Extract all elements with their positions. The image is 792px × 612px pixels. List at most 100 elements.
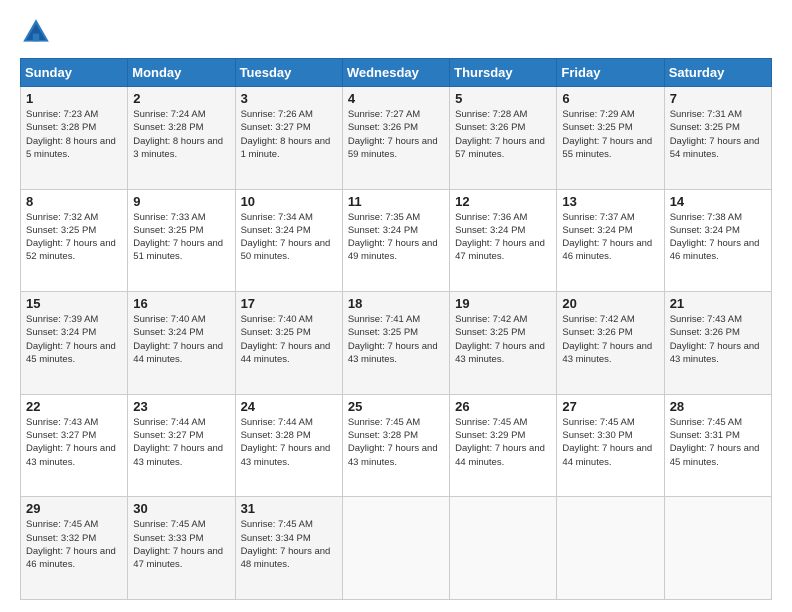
calendar-cell: 27Sunrise: 7:45 AMSunset: 3:30 PMDayligh… <box>557 394 664 497</box>
calendar-table: SundayMondayTuesdayWednesdayThursdayFrid… <box>20 58 772 600</box>
cell-info: Sunrise: 7:45 AMSunset: 3:33 PMDaylight:… <box>133 519 223 570</box>
calendar-cell: 21 Sunrise: 7:43 AMSunset: 3:26 PMDayligh… <box>664 292 771 395</box>
cell-info: Sunrise: 7:45 AMSunset: 3:28 PMDaylight:… <box>348 417 438 468</box>
day-number: 15 <box>26 296 122 311</box>
calendar-cell: 18 Sunrise: 7:41 AMSunset: 3:25 PMDayligh… <box>342 292 449 395</box>
calendar-cell: 22Sunrise: 7:43 AMSunset: 3:27 PMDayligh… <box>21 394 128 497</box>
calendar-cell: 30 Sunrise: 7:45 AMSunset: 3:33 PMDayligh… <box>128 497 235 600</box>
cell-info: Sunrise: 7:45 AMSunset: 3:29 PMDaylight:… <box>455 417 545 468</box>
calendar-cell: 25Sunrise: 7:45 AMSunset: 3:28 PMDayligh… <box>342 394 449 497</box>
calendar-week-5: 29 Sunrise: 7:45 AMSunset: 3:32 PMDayligh… <box>21 497 772 600</box>
day-number: 14 <box>670 194 766 209</box>
calendar-cell: 4 Sunrise: 7:27 AMSunset: 3:26 PMDaylight… <box>342 87 449 190</box>
calendar-week-1: 1 Sunrise: 7:23 AMSunset: 3:28 PMDaylight… <box>21 87 772 190</box>
day-number: 26 <box>455 399 551 414</box>
calendar-week-2: 8Sunrise: 7:32 AMSunset: 3:25 PMDaylight… <box>21 189 772 292</box>
cell-info: Sunrise: 7:34 AMSunset: 3:24 PMDaylight:… <box>241 212 331 263</box>
logo <box>20 16 58 48</box>
cell-info: Sunrise: 7:43 AMSunset: 3:27 PMDaylight:… <box>26 417 116 468</box>
calendar-header-row: SundayMondayTuesdayWednesdayThursdayFrid… <box>21 59 772 87</box>
cell-info: Sunrise: 7:33 AMSunset: 3:25 PMDaylight:… <box>133 212 223 263</box>
day-number: 2 <box>133 91 229 106</box>
cell-info: Sunrise: 7:44 AMSunset: 3:27 PMDaylight:… <box>133 417 223 468</box>
day-number: 12 <box>455 194 551 209</box>
cell-info: Sunrise: 7:43 AMSunset: 3:26 PMDaylight:… <box>670 314 760 365</box>
cell-info: Sunrise: 7:45 AMSunset: 3:32 PMDaylight:… <box>26 519 116 570</box>
calendar-cell <box>450 497 557 600</box>
calendar-cell: 24 Sunrise: 7:44 AMSunset: 3:28 PMDayligh… <box>235 394 342 497</box>
cell-info: Sunrise: 7:26 AMSunset: 3:27 PMDaylight:… <box>241 109 331 160</box>
day-number: 27 <box>562 399 658 414</box>
calendar-cell: 28 Sunrise: 7:45 AMSunset: 3:31 PMDayligh… <box>664 394 771 497</box>
calendar-header-friday: Friday <box>557 59 664 87</box>
cell-info: Sunrise: 7:39 AMSunset: 3:24 PMDaylight:… <box>26 314 116 365</box>
calendar-cell: 20Sunrise: 7:42 AMSunset: 3:26 PMDayligh… <box>557 292 664 395</box>
calendar-cell: 17 Sunrise: 7:40 AMSunset: 3:25 PMDayligh… <box>235 292 342 395</box>
cell-info: Sunrise: 7:36 AMSunset: 3:24 PMDaylight:… <box>455 212 545 263</box>
calendar-cell <box>342 497 449 600</box>
day-number: 9 <box>133 194 229 209</box>
calendar-header-sunday: Sunday <box>21 59 128 87</box>
cell-info: Sunrise: 7:41 AMSunset: 3:25 PMDaylight:… <box>348 314 438 365</box>
calendar-cell: 8Sunrise: 7:32 AMSunset: 3:25 PMDaylight… <box>21 189 128 292</box>
page: SundayMondayTuesdayWednesdayThursdayFrid… <box>0 0 792 612</box>
day-number: 5 <box>455 91 551 106</box>
day-number: 30 <box>133 501 229 516</box>
calendar-cell: 29 Sunrise: 7:45 AMSunset: 3:32 PMDayligh… <box>21 497 128 600</box>
day-number: 16 <box>133 296 229 311</box>
day-number: 31 <box>241 501 337 516</box>
cell-info: Sunrise: 7:37 AMSunset: 3:24 PMDaylight:… <box>562 212 652 263</box>
day-number: 3 <box>241 91 337 106</box>
day-number: 21 <box>670 296 766 311</box>
day-number: 17 <box>241 296 337 311</box>
calendar-cell: 9 Sunrise: 7:33 AMSunset: 3:25 PMDaylight… <box>128 189 235 292</box>
cell-info: Sunrise: 7:29 AMSunset: 3:25 PMDaylight:… <box>562 109 652 160</box>
calendar-cell: 11Sunrise: 7:35 AMSunset: 3:24 PMDayligh… <box>342 189 449 292</box>
calendar-cell <box>664 497 771 600</box>
calendar-cell: 23Sunrise: 7:44 AMSunset: 3:27 PMDayligh… <box>128 394 235 497</box>
calendar-cell <box>557 497 664 600</box>
cell-info: Sunrise: 7:32 AMSunset: 3:25 PMDaylight:… <box>26 212 116 263</box>
day-number: 7 <box>670 91 766 106</box>
calendar-week-4: 22Sunrise: 7:43 AMSunset: 3:27 PMDayligh… <box>21 394 772 497</box>
day-number: 18 <box>348 296 444 311</box>
calendar-header-thursday: Thursday <box>450 59 557 87</box>
cell-info: Sunrise: 7:44 AMSunset: 3:28 PMDaylight:… <box>241 417 331 468</box>
calendar-cell: 2 Sunrise: 7:24 AMSunset: 3:28 PMDaylight… <box>128 87 235 190</box>
calendar-cell: 6Sunrise: 7:29 AMSunset: 3:25 PMDaylight… <box>557 87 664 190</box>
day-number: 24 <box>241 399 337 414</box>
calendar-cell: 3 Sunrise: 7:26 AMSunset: 3:27 PMDaylight… <box>235 87 342 190</box>
calendar-cell: 15 Sunrise: 7:39 AMSunset: 3:24 PMDayligh… <box>21 292 128 395</box>
calendar-cell: 10 Sunrise: 7:34 AMSunset: 3:24 PMDayligh… <box>235 189 342 292</box>
cell-info: Sunrise: 7:35 AMSunset: 3:24 PMDaylight:… <box>348 212 438 263</box>
calendar-header-wednesday: Wednesday <box>342 59 449 87</box>
day-number: 13 <box>562 194 658 209</box>
calendar-cell: 26 Sunrise: 7:45 AMSunset: 3:29 PMDayligh… <box>450 394 557 497</box>
header <box>20 16 772 48</box>
day-number: 19 <box>455 296 551 311</box>
calendar-cell: 13 Sunrise: 7:37 AMSunset: 3:24 PMDayligh… <box>557 189 664 292</box>
cell-info: Sunrise: 7:27 AMSunset: 3:26 PMDaylight:… <box>348 109 438 160</box>
calendar-header-monday: Monday <box>128 59 235 87</box>
day-number: 1 <box>26 91 122 106</box>
cell-info: Sunrise: 7:45 AMSunset: 3:34 PMDaylight:… <box>241 519 331 570</box>
day-number: 4 <box>348 91 444 106</box>
cell-info: Sunrise: 7:31 AMSunset: 3:25 PMDaylight:… <box>670 109 760 160</box>
cell-info: Sunrise: 7:42 AMSunset: 3:26 PMDaylight:… <box>562 314 652 365</box>
cell-info: Sunrise: 7:23 AMSunset: 3:28 PMDaylight:… <box>26 109 116 160</box>
calendar-cell: 5 Sunrise: 7:28 AMSunset: 3:26 PMDaylight… <box>450 87 557 190</box>
day-number: 28 <box>670 399 766 414</box>
day-number: 10 <box>241 194 337 209</box>
cell-info: Sunrise: 7:42 AMSunset: 3:25 PMDaylight:… <box>455 314 545 365</box>
calendar-header-saturday: Saturday <box>664 59 771 87</box>
cell-info: Sunrise: 7:45 AMSunset: 3:31 PMDaylight:… <box>670 417 760 468</box>
cell-info: Sunrise: 7:24 AMSunset: 3:28 PMDaylight:… <box>133 109 223 160</box>
cell-info: Sunrise: 7:40 AMSunset: 3:24 PMDaylight:… <box>133 314 223 365</box>
calendar-header-tuesday: Tuesday <box>235 59 342 87</box>
calendar-cell: 1 Sunrise: 7:23 AMSunset: 3:28 PMDaylight… <box>21 87 128 190</box>
day-number: 29 <box>26 501 122 516</box>
cell-info: Sunrise: 7:40 AMSunset: 3:25 PMDaylight:… <box>241 314 331 365</box>
cell-info: Sunrise: 7:28 AMSunset: 3:26 PMDaylight:… <box>455 109 545 160</box>
calendar-cell: 12 Sunrise: 7:36 AMSunset: 3:24 PMDayligh… <box>450 189 557 292</box>
calendar-week-3: 15 Sunrise: 7:39 AMSunset: 3:24 PMDayligh… <box>21 292 772 395</box>
